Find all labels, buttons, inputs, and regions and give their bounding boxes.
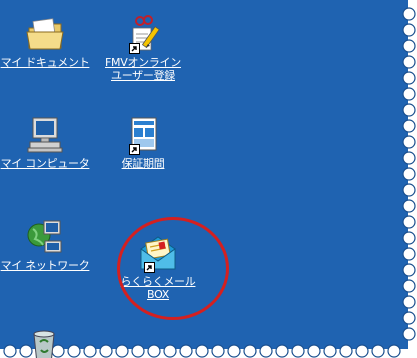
desktop-icon-label-line2: ユーザー登録 [111, 69, 175, 82]
mail-envelope-icon [138, 233, 178, 273]
torn-edge-scallop [402, 39, 416, 53]
torn-edge-scallop [211, 344, 225, 358]
torn-edge-scallop [307, 344, 321, 358]
shortcut-arrow-icon [129, 144, 140, 155]
torn-edge-scallop [131, 344, 145, 358]
torn-edge-scallop [291, 344, 305, 358]
desktop-icon-label-line2: BOX [147, 288, 169, 301]
desktop-icon-label: マイ ドキュメント [0, 56, 90, 69]
torn-edge-scallop [275, 344, 289, 358]
torn-edge-scallop [402, 279, 416, 293]
desktop-icon-fmv-online[interactable]: FMVオンライン ユーザー登録 [98, 14, 188, 82]
desktop-icon-label: らくらくメール [120, 275, 196, 288]
warranty-document-icon [123, 115, 163, 155]
torn-edge-scallop [402, 311, 416, 325]
desktop-icon-label: マイ コンピュータ [0, 157, 90, 170]
torn-edge-scallop [67, 344, 81, 358]
torn-edge-scallop [339, 344, 353, 358]
torn-edge-scallop [402, 87, 416, 101]
desktop-icon-label: マイ ネットワーク [0, 259, 90, 272]
desktop-icon-my-computer[interactable]: マイ コンピュータ [0, 115, 90, 170]
shortcut-arrow-icon [144, 262, 155, 273]
torn-edge-scallop [163, 344, 177, 358]
torn-edge-scallop [402, 151, 416, 165]
torn-edge-scallop [402, 295, 416, 309]
torn-edge-scallop [402, 215, 416, 229]
torn-edge-scallop [402, 71, 416, 85]
folder-icon [25, 14, 65, 54]
torn-edge-scallop [402, 231, 416, 245]
torn-edge-scallop [3, 344, 17, 358]
desktop-icon-my-network[interactable]: マイ ネットワーク [0, 217, 90, 272]
torn-edge-scallop [402, 199, 416, 213]
torn-edge-scallop [402, 119, 416, 133]
torn-edge-scallop [402, 247, 416, 261]
shortcut-arrow-icon [129, 43, 140, 54]
torn-edge-scallop [402, 23, 416, 37]
torn-edge-scallop [323, 344, 337, 358]
torn-edge-scallop [402, 135, 416, 149]
torn-edge-scallop [99, 344, 113, 358]
torn-edge-scallop [402, 167, 416, 181]
torn-edge-scallop [402, 327, 416, 341]
fmv-pencil-icon [123, 14, 163, 54]
torn-edge-scallop [402, 7, 416, 21]
torn-edge-scallop [195, 344, 209, 358]
desktop-icon-warranty[interactable]: 保証期間 [98, 115, 188, 170]
torn-edge-scallop [355, 344, 369, 358]
network-icon [25, 217, 65, 257]
torn-edge-scallop [227, 344, 241, 358]
desktop-icon-label: FMVオンライン [105, 56, 181, 69]
torn-edge-scallop [243, 344, 257, 358]
torn-edge-scallop [147, 344, 161, 358]
torn-edge-scallop [402, 103, 416, 117]
torn-edge-scallop [402, 263, 416, 277]
desktop-icon-recycle-bin[interactable] [24, 326, 64, 358]
torn-edge-scallop [402, 183, 416, 197]
torn-edge-scallop [371, 344, 385, 358]
recycle-bin-icon [24, 326, 64, 358]
torn-edge-scallop [259, 344, 273, 358]
computer-icon [25, 115, 65, 155]
torn-edge-scallop [179, 344, 193, 358]
desktop-icon-rakuraku-mail[interactable]: らくらくメール BOX [118, 233, 198, 301]
torn-edge-scallop [387, 344, 401, 358]
torn-edge-scallop [402, 55, 416, 69]
desktop: マイ ドキュメント FMVオンライン ユーザー登録 マイ コンピュータ 保証期間… [0, 0, 417, 358]
desktop-icon-my-documents[interactable]: マイ ドキュメント [0, 14, 90, 69]
desktop-icon-label: 保証期間 [121, 157, 165, 170]
torn-edge-scallop [115, 344, 129, 358]
torn-edge-scallop [83, 344, 97, 358]
